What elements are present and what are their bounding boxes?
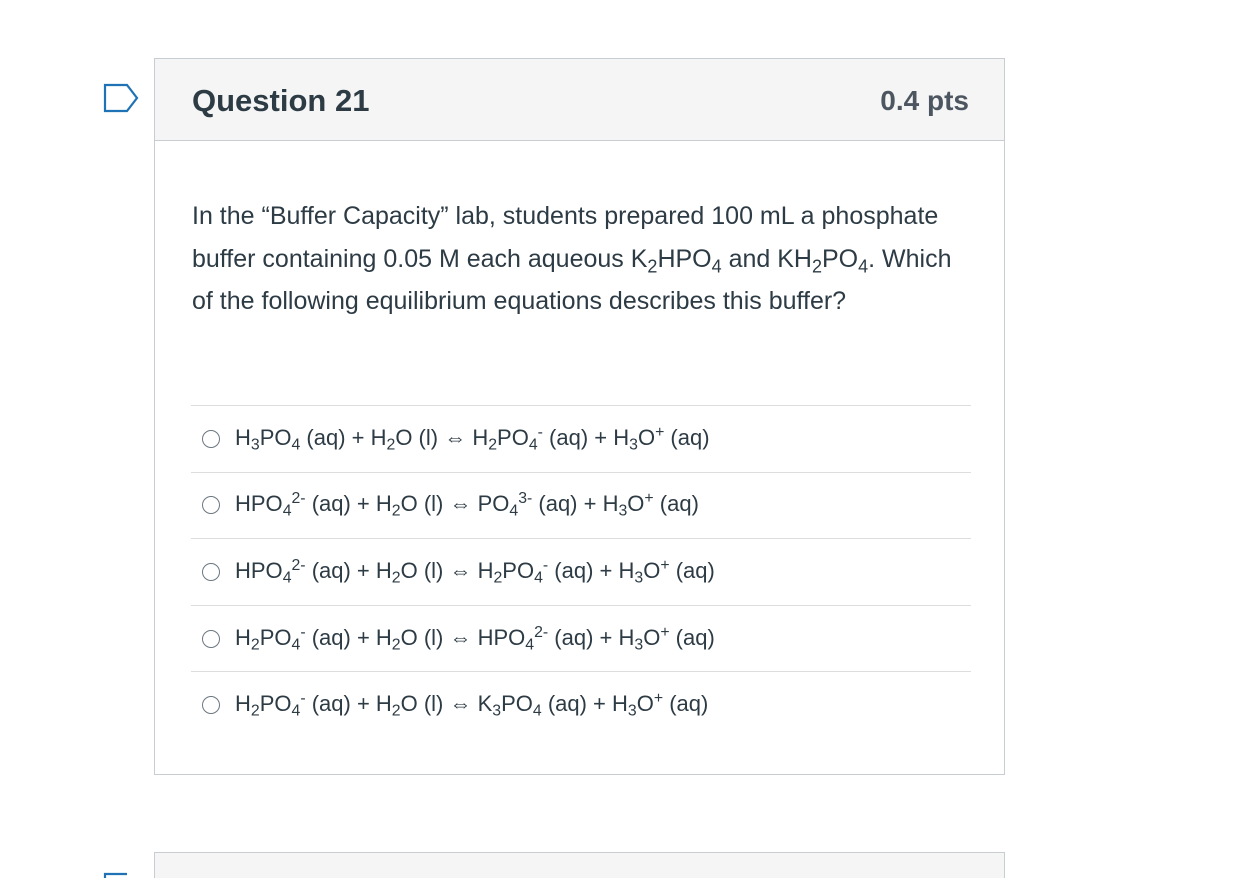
question-text: In the “Buffer Capacity” lab, students p… — [192, 202, 952, 315]
question-header: Question 21 0.4 pts — [155, 59, 1004, 141]
question-title: Question 21 — [192, 83, 370, 118]
answer-label: HPO42- (aq) + H2O (l) ⇔ PO43- (aq) + H3O… — [235, 490, 699, 520]
answer-option[interactable]: H2PO4- (aq) + H2O (l) ⇔ HPO42- (aq) + H3… — [191, 604, 971, 672]
answer-radio[interactable] — [202, 429, 220, 448]
question-card: Question 21 0.4 pts In the “Buffer Capac… — [154, 58, 1005, 775]
answer-label: H3PO4 (aq) + H2O (l) ⇔ H2PO4- (aq) + H3O… — [235, 423, 710, 454]
answer-list: H3PO4 (aq) + H2O (l) ⇔ H2PO4- (aq) + H3O… — [191, 405, 971, 738]
quiz-page: Question 21 0.4 pts In the “Buffer Capac… — [0, 0, 1244, 878]
answer-option[interactable]: HPO42- (aq) + H2O (l) ⇔ PO43- (aq) + H3O… — [191, 471, 971, 539]
answer-option[interactable]: H3PO4 (aq) + H2O (l) ⇔ H2PO4- (aq) + H3O… — [191, 405, 971, 472]
answer-radio[interactable] — [202, 496, 220, 515]
answer-radio[interactable] — [202, 629, 220, 648]
answer-option[interactable]: H2PO4- (aq) + H2O (l) ⇔ K3PO4 (aq) + H3O… — [191, 671, 971, 738]
answer-label: H2PO4- (aq) + H2O (l) ⇔ K3PO4 (aq) + H3O… — [235, 689, 709, 720]
answer-option[interactable]: HPO42- (aq) + H2O (l) ⇔ H2PO4- (aq) + H3… — [191, 538, 971, 605]
question-points: 0.4 pts — [880, 85, 969, 116]
flag-question-icon[interactable] — [103, 83, 139, 113]
answer-label: HPO42- (aq) + H2O (l) ⇔ H2PO4- (aq) + H3… — [235, 556, 715, 587]
answer-label: H2PO4- (aq) + H2O (l) ⇔ HPO42- (aq) + H3… — [235, 623, 715, 653]
answer-radio[interactable] — [202, 562, 220, 581]
answer-radio[interactable] — [202, 696, 220, 715]
next-question-card — [154, 852, 1005, 878]
flag-question-icon[interactable] — [103, 872, 139, 878]
